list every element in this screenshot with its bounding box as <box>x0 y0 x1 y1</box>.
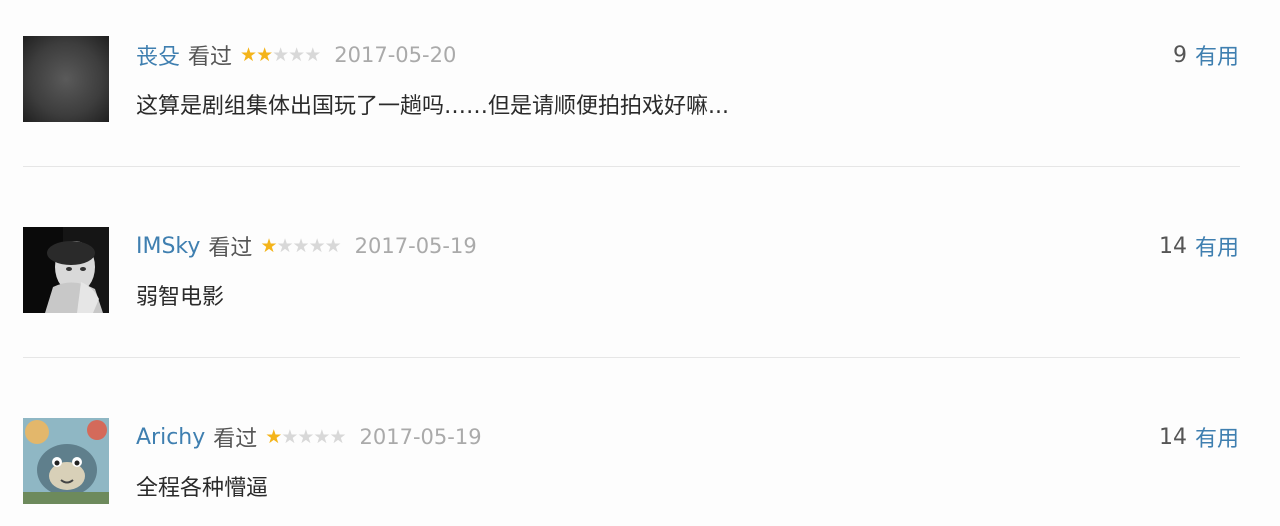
username-link[interactable]: Arichy <box>136 425 205 450</box>
star-filled-icon: ★ <box>265 425 282 448</box>
vote-area: 14 有用 <box>1159 420 1239 454</box>
vote-area: 9 有用 <box>1173 38 1239 72</box>
comment-item: Arichy 看过 ★ ★ ★ ★ ★ 2017-05-19 14 有用 全程各种懵逼 <box>0 418 1280 526</box>
comment-meta: 丧殳 看过 ★ ★ ★ ★ ★ 2017-05-20 <box>136 38 456 72</box>
star-filled-icon: ★ <box>240 43 257 66</box>
comment-item: 丧殳 看过 ★ ★ ★ ★ ★ 2017-05-20 9 有用 这算是剧组集体出国玩了一… <box>0 36 1280 146</box>
rating-stars: ★ ★ ★ ★ ★ <box>260 234 342 257</box>
star-empty-icon: ★ <box>272 43 289 66</box>
comment-text: 全程各种懵逼 <box>136 476 269 501</box>
divider <box>23 357 1240 358</box>
avatar[interactable] <box>23 36 109 122</box>
avatar[interactable] <box>23 227 109 313</box>
star-filled-icon: ★ <box>256 43 273 66</box>
star-empty-icon: ★ <box>276 234 293 257</box>
comment-list: 丧殳 看过 ★ ★ ★ ★ ★ 2017-05-20 9 有用 这算是剧组集体出国玩了一… <box>0 0 1280 526</box>
star-filled-icon: ★ <box>260 234 277 257</box>
useful-vote-button[interactable]: 有用 <box>1195 230 1239 262</box>
star-empty-icon: ★ <box>313 425 330 448</box>
username-link[interactable]: 丧殳 <box>136 39 180 71</box>
star-empty-icon: ★ <box>297 425 314 448</box>
star-empty-icon: ★ <box>304 43 321 66</box>
star-empty-icon: ★ <box>288 43 305 66</box>
comment-date: 2017-05-19 <box>354 234 477 258</box>
vote-count: 9 <box>1172 42 1187 68</box>
comment-date: 2017-05-19 <box>359 425 482 449</box>
avatar-image-cartoon <box>23 418 109 504</box>
vote-count: 14 <box>1158 233 1187 259</box>
star-empty-icon: ★ <box>329 425 346 448</box>
avatar-image-bw-portrait <box>23 227 109 313</box>
watched-label: 看过 <box>213 427 258 452</box>
rating-stars: ★ ★ ★ ★ ★ <box>265 425 346 448</box>
comment-item: IMSky 看过 ★ ★ ★ ★ ★ 2017-05-19 14 有用 弱智电影 <box>0 227 1280 337</box>
star-empty-icon: ★ <box>324 234 342 257</box>
useful-vote-button[interactable]: 有用 <box>1195 39 1239 71</box>
star-empty-icon: ★ <box>308 234 326 257</box>
vote-count: 14 <box>1158 424 1187 450</box>
star-empty-icon: ★ <box>281 425 298 448</box>
username-link[interactable]: IMSky <box>136 234 200 259</box>
rating-stars: ★ ★ ★ ★ ★ <box>240 43 321 66</box>
divider <box>23 166 1240 167</box>
vote-area: 14 有用 <box>1159 229 1239 263</box>
comment-meta: Arichy 看过 ★ ★ ★ ★ ★ 2017-05-19 <box>136 420 482 454</box>
comment-text: 这算是剧组集体出国玩了一趟吗……但是请顺便拍拍戏好嘛... <box>136 94 729 119</box>
watched-label: 看过 <box>208 236 253 261</box>
comment-text: 弱智电影 <box>136 285 225 310</box>
watched-label: 看过 <box>188 45 233 70</box>
comment-date: 2017-05-20 <box>334 43 457 67</box>
useful-vote-button[interactable]: 有用 <box>1195 421 1239 453</box>
avatar-image-dark-gradient <box>23 36 109 122</box>
avatar[interactable] <box>23 418 109 504</box>
star-empty-icon: ★ <box>292 234 310 257</box>
comment-meta: IMSky 看过 ★ ★ ★ ★ ★ 2017-05-19 <box>136 229 477 263</box>
